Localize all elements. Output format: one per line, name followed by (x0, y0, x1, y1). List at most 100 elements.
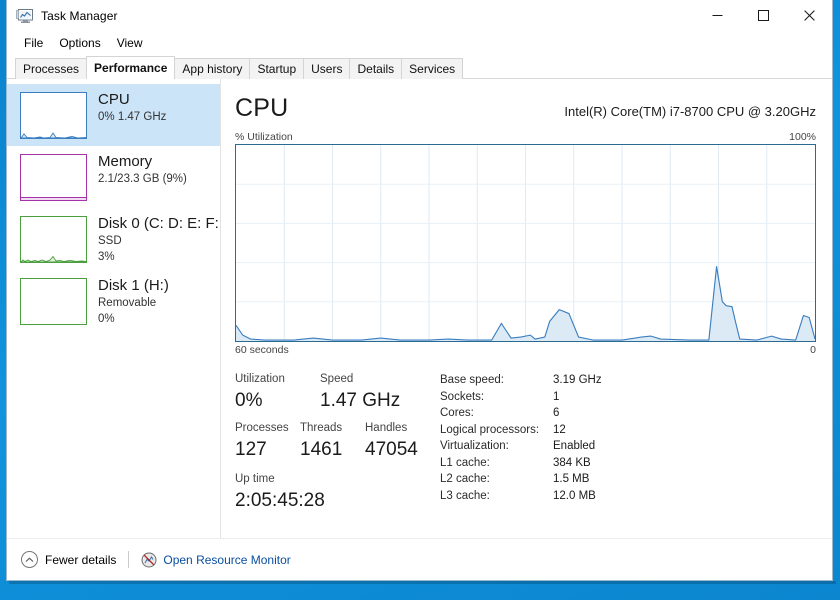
spec-virtualization-key: Virtualization: (440, 440, 509, 452)
cpu-thumbnail-graph (20, 92, 87, 139)
spec-logical-processors-key: Logical processors: (440, 423, 540, 436)
utilization-speed-values: 0% 1.47 GHz (235, 388, 435, 414)
maximize-icon (757, 10, 769, 21)
spec-logical-processors: Logical processors: 12 (440, 422, 816, 439)
spec-sockets-value: 1 (553, 390, 560, 403)
window-controls (694, 0, 832, 31)
task-manager-icon (16, 8, 34, 24)
status-bar: Fewer details Open Resource Monitor (7, 538, 832, 580)
minimize-button[interactable] (694, 0, 740, 31)
cpu-labels: CPU 0% 1.47 GHz (98, 91, 166, 125)
sidebar-disk0-title: Disk 0 (C: D: E: F: G (98, 215, 220, 232)
handles-label: Handles (365, 422, 408, 434)
sidebar-disk1-sub2: 0% (98, 313, 115, 325)
tab-performance[interactable]: Performance (86, 56, 176, 79)
tab-details[interactable]: Details (349, 58, 403, 79)
menu-file[interactable]: File (16, 34, 51, 52)
process-thread-handle-values: 127 1461 47054 (235, 437, 435, 463)
spec-l1-cache: L1 cache: 384 KB (440, 455, 816, 472)
menu-view[interactable]: View (109, 34, 151, 52)
tab-bar: Processes Performance App history Startu… (7, 55, 832, 79)
fewer-details-label: Fewer details (45, 552, 117, 567)
sidebar-item-memory[interactable]: Memory 2.1/23.3 GB (9%) (7, 146, 220, 208)
tab-startup[interactable]: Startup (249, 58, 305, 79)
status-separator (128, 551, 130, 568)
sidebar-cpu-sub1: 0% 1.47 GHz (98, 111, 167, 123)
minimize-icon (712, 15, 722, 16)
process-thread-handle-labels: Processes Threads Handles (235, 420, 435, 437)
spec-cores-key: Cores: (440, 407, 474, 419)
disk0-labels: Disk 0 (C: D: E: F: G SSD 3% (98, 215, 220, 265)
cpu-stats-left: Utilization Speed 0% 1.47 GHz Processes … (235, 371, 435, 514)
sidebar-disk1-sub1: Removable (98, 297, 157, 309)
utilization-label: Utilization (235, 373, 285, 385)
graph-grid-vertical (283, 145, 768, 341)
resource-monitor-icon (141, 552, 157, 568)
sidebar-item-disk1[interactable]: Disk 1 (H:) Removable 0% (7, 270, 220, 332)
spec-cores: Cores: 6 (440, 405, 816, 422)
disk1-labels: Disk 1 (H:) Removable 0% (98, 277, 169, 327)
speed-label: Speed (320, 373, 354, 385)
graph-bottom-labels: 60 seconds 0 (235, 344, 816, 356)
uptime-value: 2:05:45:28 (235, 490, 325, 511)
spec-l2-cache-key: L2 cache: (440, 473, 490, 485)
graph-top-labels: % Utilization 100% (235, 131, 816, 143)
title-bar: Task Manager (7, 0, 832, 31)
threads-value: 1461 (300, 439, 343, 460)
processes-label: Processes (235, 422, 289, 434)
memory-labels: Memory 2.1/23.3 GB (9%) (98, 153, 187, 187)
cpu-utilization-graph (235, 144, 816, 342)
disk0-thumbnail-graph (20, 216, 87, 263)
spec-l3-cache-value: 12.0 MB (553, 489, 596, 502)
window-title: Task Manager (41, 8, 118, 23)
spec-cores-value: 6 (553, 407, 560, 419)
graph-x-end-label: 0 (810, 344, 816, 356)
graph-y-axis-label: % Utilization (235, 131, 293, 143)
disk1-thumbnail-graph (20, 278, 87, 325)
sidebar-disk0-sub2: 3% (98, 251, 115, 263)
cpu-stats: Utilization Speed 0% 1.47 GHz Processes … (235, 371, 816, 514)
spec-l1-cache-key: L1 cache: (440, 456, 490, 469)
sidebar-memory-title: Memory (98, 153, 153, 170)
handles-value: 47054 (365, 439, 418, 460)
sidebar-item-cpu[interactable]: CPU 0% 1.47 GHz (7, 84, 220, 146)
menu-options[interactable]: Options (51, 34, 108, 52)
fewer-details-button[interactable]: Fewer details (21, 551, 116, 568)
spec-sockets-key: Sockets: (440, 390, 485, 403)
task-manager-window: Task Manager File Options View Processes… (6, 0, 833, 581)
spec-l2-cache-value: 1.5 MB (553, 473, 590, 485)
sidebar-disk1-title: Disk 1 (H:) (98, 277, 169, 294)
uptime-label: Up time (235, 473, 275, 485)
spec-logical-processors-value: 12 (553, 423, 566, 436)
utilization-value: 0% (235, 390, 263, 411)
spec-l2-cache: L2 cache: 1.5 MB (440, 471, 816, 488)
tab-app-history[interactable]: App history (174, 58, 251, 79)
graph-x-start-label: 60 seconds (235, 344, 289, 356)
menu-bar: File Options View (7, 31, 832, 55)
spec-l3-cache: L3 cache: 12.0 MB (440, 488, 816, 505)
sidebar-cpu-title: CPU (98, 91, 130, 108)
spec-sockets: Sockets: 1 (440, 389, 816, 406)
resource-sidebar: CPU 0% 1.47 GHz Memory 2.1/23.3 GB (9%) (7, 79, 221, 538)
sidebar-item-disk0[interactable]: Disk 0 (C: D: E: F: G SSD 3% (7, 208, 220, 270)
spec-l3-cache-key: L3 cache: (440, 489, 490, 502)
spec-virtualization-value: Enabled (553, 440, 596, 452)
open-resource-monitor-label: Open Resource Monitor (163, 552, 291, 567)
tab-users[interactable]: Users (303, 58, 351, 79)
maximize-button[interactable] (740, 0, 786, 31)
spec-base-speed-key: Base speed: (440, 374, 504, 386)
cpu-model-label: Intel(R) Core(TM) i7-8700 CPU @ 3.20GHz (564, 104, 816, 119)
page-title: CPU (235, 94, 289, 122)
close-button[interactable] (786, 0, 832, 31)
cpu-detail-panel: CPU Intel(R) Core(TM) i7-8700 CPU @ 3.20… (221, 79, 832, 538)
window-shadow (9, 581, 836, 584)
close-icon (803, 10, 815, 21)
sidebar-disk0-sub1: SSD (98, 235, 122, 247)
open-resource-monitor-link[interactable]: Open Resource Monitor (141, 552, 291, 568)
tab-processes[interactable]: Processes (15, 58, 88, 79)
threads-label: Threads (300, 422, 343, 434)
tab-services[interactable]: Services (401, 58, 464, 79)
cpu-utilization-plot (236, 145, 815, 341)
memory-thumbnail-graph (20, 154, 87, 201)
processes-value: 127 (235, 439, 267, 460)
